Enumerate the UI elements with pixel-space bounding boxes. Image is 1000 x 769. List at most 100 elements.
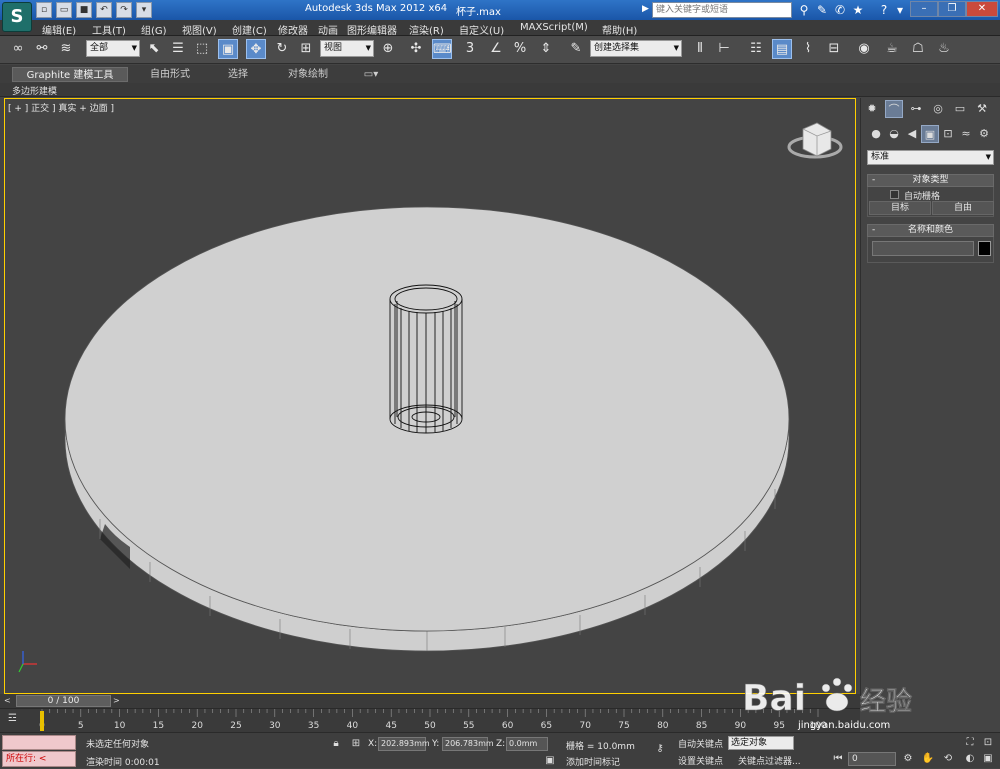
select-object-icon[interactable]: ⬉: [144, 39, 164, 59]
menu-create[interactable]: 创建(C): [232, 22, 267, 37]
manipulate-icon[interactable]: ✣: [406, 39, 426, 59]
object-name-input[interactable]: [872, 241, 974, 256]
menu-tools[interactable]: 工具(T): [92, 22, 126, 37]
redo-icon[interactable]: ↷: [116, 2, 132, 18]
go-to-start-icon[interactable]: ⏮: [830, 751, 846, 767]
polygon-modeling-label[interactable]: 多边形建模: [12, 84, 57, 97]
select-by-name-icon[interactable]: ☰: [168, 39, 188, 59]
y-coordinate-field[interactable]: 206.783mm: [442, 737, 494, 751]
systems-icon[interactable]: ⚙: [975, 125, 993, 143]
lock-selection-icon[interactable]: 🔒︎: [328, 736, 344, 752]
curve-editor-icon[interactable]: ⌇: [798, 39, 818, 59]
material-editor-icon[interactable]: ◉: [854, 39, 874, 59]
zoom-extents-icon[interactable]: ⛶: [962, 735, 978, 751]
time-slider-thumb[interactable]: 0 / 100: [16, 695, 111, 707]
minimize-button[interactable]: –: [910, 1, 938, 17]
scene-canvas[interactable]: [5, 99, 856, 694]
mini-curve-editor-icon[interactable]: ☲: [8, 713, 24, 727]
viewport-label[interactable]: [ + ] 正交 ] 真实 + 边面 ]: [8, 101, 114, 114]
binoculars-icon[interactable]: ⚲: [796, 2, 812, 18]
menu-edit[interactable]: 编辑(E): [42, 22, 76, 37]
orbit-icon[interactable]: ◐: [962, 751, 978, 767]
hierarchy-tab-icon[interactable]: ⊶: [907, 100, 925, 118]
reference-coord-dropdown[interactable]: 视图: [320, 40, 374, 57]
rendered-frame-icon[interactable]: ☖: [908, 39, 928, 59]
free-camera-button[interactable]: 自由: [932, 201, 994, 215]
absolute-mode-icon[interactable]: ⊞: [348, 736, 364, 752]
viewcube[interactable]: [787, 122, 843, 159]
target-camera-button[interactable]: 目标: [869, 201, 931, 215]
spinner-snap-icon[interactable]: ⇕: [536, 39, 556, 59]
timeline-ruler[interactable]: 0510152025303540455055606570758085909510…: [38, 709, 860, 733]
lights-icon[interactable]: ◀: [903, 125, 921, 143]
menu-animation[interactable]: 动画: [318, 22, 338, 37]
perspective-viewport[interactable]: [ + ] 正交 ] 真实 + 边面 ]: [4, 98, 856, 694]
timeline[interactable]: ☲ 05101520253035404550556065707580859095…: [0, 708, 860, 732]
select-scale-icon[interactable]: ⊞: [296, 39, 316, 59]
help-icon[interactable]: ?: [876, 2, 892, 18]
quick-access-dropdown-icon[interactable]: ▾: [136, 2, 152, 18]
help-dropdown-icon[interactable]: ▾: [892, 2, 908, 18]
display-tab-icon[interactable]: ▭: [951, 100, 969, 118]
category-dropdown[interactable]: 标准: [867, 150, 994, 165]
helpers-icon[interactable]: ⊡: [939, 125, 957, 143]
menu-maxscript[interactable]: MAXScript(M): [520, 22, 588, 33]
object-type-rollout-header[interactable]: - 对象类型: [867, 174, 994, 187]
add-time-tag-button[interactable]: 添加时间标记: [566, 755, 620, 768]
x-coordinate-field[interactable]: 202.893mm: [378, 737, 430, 751]
keyboard-shortcut-override-icon[interactable]: ⌨: [432, 39, 452, 59]
autogrid-checkbox[interactable]: [890, 190, 899, 199]
time-tag-icon[interactable]: ▣: [542, 753, 558, 769]
cameras-icon[interactable]: ▣: [921, 125, 939, 143]
favorites-star-icon[interactable]: ★: [850, 2, 866, 18]
schematic-view-icon[interactable]: ⊟: [824, 39, 844, 59]
pan-view-icon[interactable]: ✋: [920, 751, 936, 767]
edit-named-selection-icon[interactable]: ✎: [566, 39, 586, 59]
graphite-toggle-icon[interactable]: ▤: [772, 39, 792, 59]
tab-selection[interactable]: 选择: [218, 67, 258, 82]
link-icon[interactable]: ∞: [8, 39, 28, 59]
space-warps-icon[interactable]: ≈: [957, 125, 975, 143]
menu-customize[interactable]: 自定义(U): [459, 22, 504, 37]
shapes-icon[interactable]: ◒: [885, 125, 903, 143]
close-button[interactable]: ✕: [966, 1, 998, 17]
walk-through-icon[interactable]: ⟲: [940, 751, 956, 767]
geometry-icon[interactable]: ●: [867, 125, 885, 143]
application-menu-button[interactable]: S: [2, 2, 32, 32]
search-expand-icon[interactable]: ▶: [642, 4, 649, 14]
auto-key-button[interactable]: 自动关键点: [678, 737, 723, 750]
pivot-center-icon[interactable]: ⊕: [378, 39, 398, 59]
object-color-swatch[interactable]: [978, 241, 991, 256]
ribbon-options-icon[interactable]: ▭▾: [360, 67, 382, 82]
maximize-viewport-icon[interactable]: ▣: [980, 751, 996, 767]
tab-object-paint[interactable]: 对象绘制: [278, 67, 338, 82]
communication-icon[interactable]: ✆: [832, 2, 848, 18]
new-file-icon[interactable]: ▫: [36, 2, 52, 18]
search-input[interactable]: 键入关键字或短语: [652, 2, 792, 18]
named-selection-dropdown[interactable]: 创建选择集: [590, 40, 682, 57]
restore-button[interactable]: ❐: [938, 1, 966, 17]
menu-group[interactable]: 组(G): [141, 22, 167, 37]
window-crossing-icon[interactable]: ▣: [218, 39, 238, 59]
select-rotate-icon[interactable]: ↻: [272, 39, 292, 59]
snaps-toggle-icon[interactable]: 3: [460, 39, 480, 59]
key-filters-button[interactable]: 关键点过滤器...: [738, 754, 801, 767]
name-color-rollout-header[interactable]: - 名称和颜色: [867, 224, 994, 237]
maxscript-listener-field[interactable]: [2, 735, 76, 750]
tab-graphite-modeling[interactable]: Graphite 建模工具: [12, 67, 128, 82]
render-production-icon[interactable]: ♨: [934, 39, 954, 59]
z-coordinate-field[interactable]: 0.0mm: [506, 737, 548, 751]
mirror-icon[interactable]: ⫴: [690, 39, 710, 59]
selection-filter-dropdown[interactable]: 全部: [86, 40, 140, 57]
current-frame-field[interactable]: 0: [848, 752, 896, 766]
modify-tab-icon[interactable]: ⌒: [885, 100, 903, 118]
selection-region-icon[interactable]: ⬚: [192, 39, 212, 59]
motion-tab-icon[interactable]: ◎: [929, 100, 947, 118]
layer-manager-icon[interactable]: ☷: [746, 39, 766, 59]
tab-freeform[interactable]: 自由形式: [140, 67, 200, 82]
maxscript-line-field[interactable]: 所在行: <: [2, 751, 76, 767]
utilities-tab-icon[interactable]: ⚒: [973, 100, 991, 118]
previous-frame-icon[interactable]: <: [4, 696, 14, 706]
current-frame-marker[interactable]: [40, 711, 44, 731]
bind-space-warp-icon[interactable]: ≋: [56, 39, 76, 59]
